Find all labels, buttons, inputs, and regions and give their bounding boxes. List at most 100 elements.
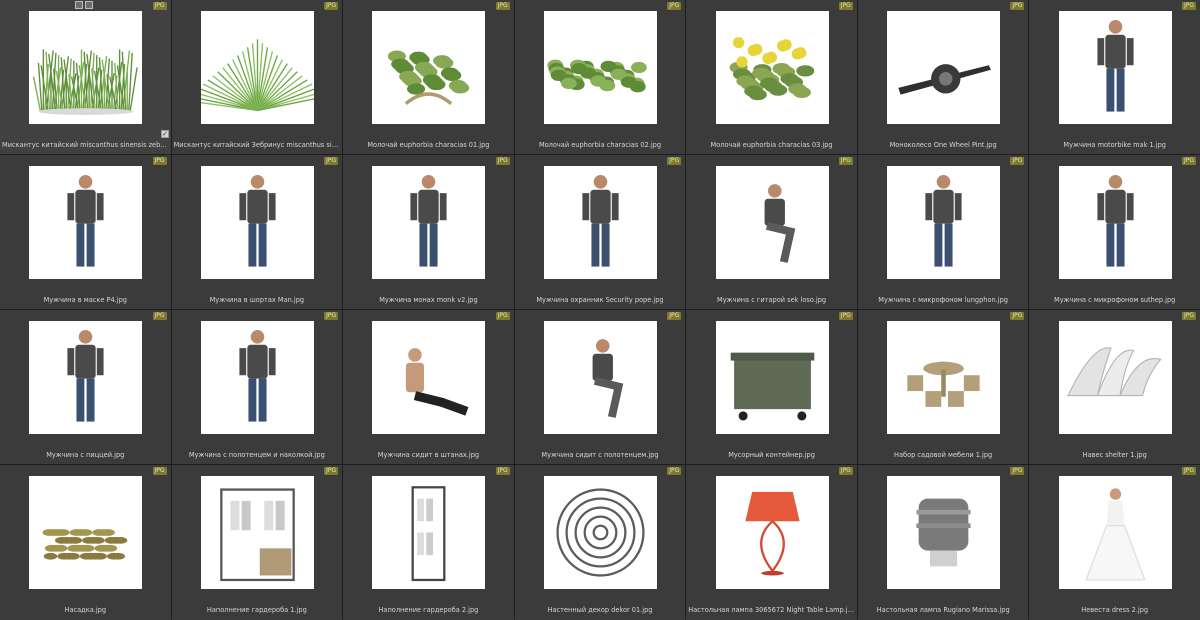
- thumbnail-image[interactable]: [29, 11, 143, 124]
- file-type-badge: JPG: [838, 157, 853, 165]
- thumbnail-image[interactable]: [543, 166, 657, 279]
- thumbnail-item[interactable]: JPG Мужчина в маске P4.jpg: [0, 155, 171, 309]
- thumbnail-image[interactable]: [200, 11, 314, 124]
- file-type-badge: JPG: [152, 312, 167, 320]
- file-type-badge: JPG: [667, 467, 682, 475]
- thumbnail-image[interactable]: [29, 476, 143, 589]
- thumbnail-image[interactable]: [1058, 321, 1172, 434]
- thumbnail-item[interactable]: JPG Моноколесо One Wheel Pint.jpg: [857, 0, 1029, 154]
- thumbnail-caption: Мужчина с гитарой sek loso.jpg: [717, 296, 827, 304]
- file-type-badge: JPG: [1010, 157, 1025, 165]
- thumbnail-item[interactable]: JPG Мужчина с пиццей.jpg: [0, 310, 171, 464]
- thumbnail-caption: Мужчина монах monk v2.jpg: [379, 296, 478, 304]
- thumbnail-image[interactable]: [543, 476, 657, 589]
- thumbnail-image[interactable]: [715, 11, 829, 124]
- thumbnail-caption: Наполнение гардероба 1.jpg: [206, 606, 307, 614]
- thumbnail-image[interactable]: [372, 476, 486, 589]
- thumbnail-image[interactable]: [543, 11, 657, 124]
- thumbnail-image[interactable]: [543, 321, 657, 434]
- thumbnail-image[interactable]: [1058, 11, 1172, 124]
- thumbnail-item[interactable]: JPG Мужчина с микрофоном suthep.jpg: [1029, 155, 1200, 309]
- thumbnail-caption: Мужчина сидит в штанах.jpg: [377, 451, 480, 459]
- file-type-badge: JPG: [324, 157, 339, 165]
- thumbnail-image[interactable]: [715, 166, 829, 279]
- thumbnail-grid: JPG Мискантус китайский miscanthus sinens…: [0, 0, 1200, 620]
- thumbnail-caption: Мужчина с полотенцем и наколкой.jpg: [188, 451, 325, 459]
- thumbnail-image[interactable]: [1058, 476, 1172, 589]
- file-type-badge: JPG: [324, 467, 339, 475]
- thumbnail-image[interactable]: [372, 11, 486, 124]
- thumbnail-image[interactable]: [29, 166, 143, 279]
- thumbnail-caption: Мужчина охранник Security pope.jpg: [536, 296, 664, 304]
- file-type-badge: JPG: [1181, 467, 1196, 475]
- file-type-badge: JPG: [495, 467, 510, 475]
- file-type-badge: JPG: [838, 312, 853, 320]
- thumbnail-item[interactable]: JPG Мужчина сидит в штанах.jpg: [343, 310, 514, 464]
- thumbnail-caption: Молочай euphorbia characias 01.jpg: [367, 141, 490, 149]
- thumbnail-item[interactable]: JPG Молочай euphorbia characias 01.jpg: [343, 0, 514, 154]
- thumbnail-item[interactable]: JPG Мужчина сидит с полотенцем.jpg: [514, 310, 686, 464]
- thumbnail-image[interactable]: [200, 476, 314, 589]
- thumbnail-image[interactable]: [200, 321, 314, 434]
- thumbnail-item[interactable]: JPG Мужчина охранник Security pope.jpg: [514, 155, 686, 309]
- file-type-badge: JPG: [838, 467, 853, 475]
- thumbnail-caption: Набор садовой мебели 1.jpg: [894, 451, 993, 459]
- thumbnail-item[interactable]: JPG Насадка.jpg: [0, 465, 171, 620]
- file-type-badge: JPG: [1010, 467, 1025, 475]
- thumbnail-caption: Навес shelter 1.jpg: [1082, 451, 1147, 459]
- edit-icon[interactable]: [85, 1, 93, 9]
- thumbnail-item[interactable]: JPG Навес shelter 1.jpg: [1029, 310, 1200, 464]
- thumbnail-image[interactable]: [887, 321, 1001, 434]
- stop-icon[interactable]: [75, 1, 83, 9]
- thumbnail-item[interactable]: JPG Мужчина в шортах Man.jpg: [171, 155, 343, 309]
- thumbnail-item[interactable]: JPG Молочай euphorbia characias 03.jpg: [686, 0, 857, 154]
- thumbnail-image[interactable]: [29, 321, 143, 434]
- thumbnail-item[interactable]: JPG Наполнение гардероба 2.jpg: [343, 465, 514, 620]
- thumbnail-image[interactable]: [715, 476, 829, 589]
- thumbnail-caption: Мужчина в маске P4.jpg: [43, 296, 127, 304]
- thumbnail-item[interactable]: JPG Мужчина с полотенцем и наколкой.jpg: [171, 310, 343, 464]
- file-type-badge: JPG: [667, 2, 682, 10]
- thumbnail-item[interactable]: JPG Наполнение гардероба 1.jpg: [171, 465, 343, 620]
- thumbnail-caption: Настольная лампа 3065672 Night Table Lam…: [688, 606, 855, 614]
- thumbnail-caption: Невеста dress 2.jpg: [1081, 606, 1149, 614]
- thumbnail-caption: Мужчина с пиццей.jpg: [46, 451, 125, 459]
- thumbnail-image[interactable]: [715, 321, 829, 434]
- thumbnail-item[interactable]: JPG Молочай euphorbia characias 02.jpg: [514, 0, 686, 154]
- file-type-badge: JPG: [495, 157, 510, 165]
- thumbnail-item[interactable]: JPG Мужчина motorbike mak 1.jpg: [1029, 0, 1200, 154]
- thumbnail-item[interactable]: JPG Мужчина монах monk v2.jpg: [343, 155, 514, 309]
- thumbnail-image[interactable]: [1058, 166, 1172, 279]
- thumbnail-caption: Мискантус китайский Зебринус miscanthus …: [173, 141, 341, 149]
- thumbnail-caption: Мужчина с микрофоном suthep.jpg: [1054, 296, 1176, 304]
- thumbnail-item[interactable]: JPG Невеста dress 2.jpg: [1029, 465, 1200, 620]
- thumbnail-caption: Насадка.jpg: [64, 606, 107, 614]
- select-checkbox[interactable]: ✓: [161, 130, 169, 138]
- file-type-badge: JPG: [1181, 2, 1196, 10]
- thumbnail-caption: Мужчина сидит с полотенцем.jpg: [541, 451, 659, 459]
- thumbnail-image[interactable]: [887, 166, 1001, 279]
- thumbnail-image[interactable]: [887, 476, 1001, 589]
- file-type-badge: JPG: [324, 312, 339, 320]
- file-type-badge: JPG: [667, 312, 682, 320]
- thumbnail-image[interactable]: [200, 166, 314, 279]
- thumbnail-item[interactable]: JPG Мусорный контейнер.jpg: [686, 310, 857, 464]
- file-type-badge: JPG: [152, 2, 167, 10]
- thumbnail-image[interactable]: [887, 11, 1001, 124]
- thumbnail-caption: Мужчина с микрофоном lungphon.jpg: [878, 296, 1008, 304]
- thumbnail-item[interactable]: JPG Настенный декор dekor 01.jpg: [514, 465, 686, 620]
- thumbnail-item[interactable]: JPG Мискантус китайский Зебринус miscanth…: [171, 0, 343, 154]
- thumbnail-image[interactable]: [372, 321, 486, 434]
- thumbnail-item[interactable]: JPG Мискантус китайский miscanthus sinens…: [0, 0, 171, 154]
- thumbnail-caption: Мискантус китайский miscanthus sinensis …: [2, 141, 169, 149]
- file-type-badge: JPG: [1010, 312, 1025, 320]
- thumbnail-caption: Наполнение гардероба 2.jpg: [378, 606, 479, 614]
- thumbnail-item[interactable]: JPG Настольная лампа 3065672 Night Table …: [686, 465, 857, 620]
- thumbnail-item[interactable]: JPG Настольная лампа Rugiano Marissa.jpg: [857, 465, 1029, 620]
- thumbnail-item[interactable]: JPG Мужчина с микрофоном lungphon.jpg: [857, 155, 1029, 309]
- file-type-badge: JPG: [667, 157, 682, 165]
- thumbnail-item[interactable]: JPG Набор садовой мебели 1.jpg: [857, 310, 1029, 464]
- thumbnail-image[interactable]: [372, 166, 486, 279]
- thumbnail-item[interactable]: JPG Мужчина с гитарой sek loso.jpg: [686, 155, 857, 309]
- file-type-badge: JPG: [495, 312, 510, 320]
